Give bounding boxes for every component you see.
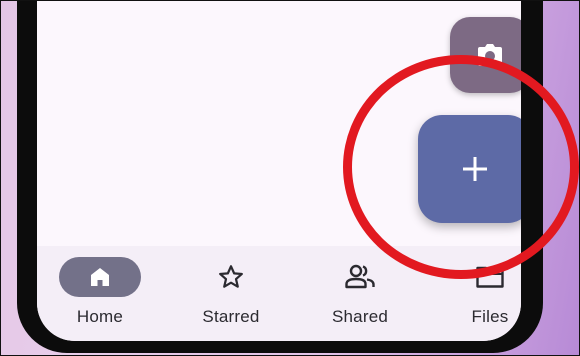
folder-icon xyxy=(476,266,504,288)
home-icon xyxy=(91,268,109,286)
nav-icon-container xyxy=(449,257,521,297)
nav-label-files: Files xyxy=(471,307,509,326)
nav-item-shared[interactable]: Shared xyxy=(310,257,410,327)
plus-icon xyxy=(463,157,487,181)
camera-fab-button[interactable] xyxy=(450,17,521,93)
nav-item-files[interactable]: Files xyxy=(440,257,521,327)
people-icon xyxy=(345,264,375,289)
nav-label-starred: Starred xyxy=(202,307,260,326)
nav-item-home[interactable]: Home xyxy=(50,257,150,327)
phone-body: Home Starred Shared Files xyxy=(17,1,543,353)
nav-label-home: Home xyxy=(76,307,124,326)
app-screen: Home Starred Shared Files xyxy=(37,1,521,341)
nav-label-shared: Shared xyxy=(331,307,389,326)
new-item-fab-button[interactable] xyxy=(418,115,521,223)
nav-active-indicator xyxy=(59,257,141,297)
screenshot-frame: Home Starred Shared Files xyxy=(0,0,580,356)
star-icon xyxy=(219,265,243,288)
nav-item-starred[interactable]: Starred xyxy=(181,257,281,327)
camera-icon xyxy=(478,44,502,66)
nav-icon-container xyxy=(319,257,401,297)
nav-icon-container xyxy=(190,257,272,297)
